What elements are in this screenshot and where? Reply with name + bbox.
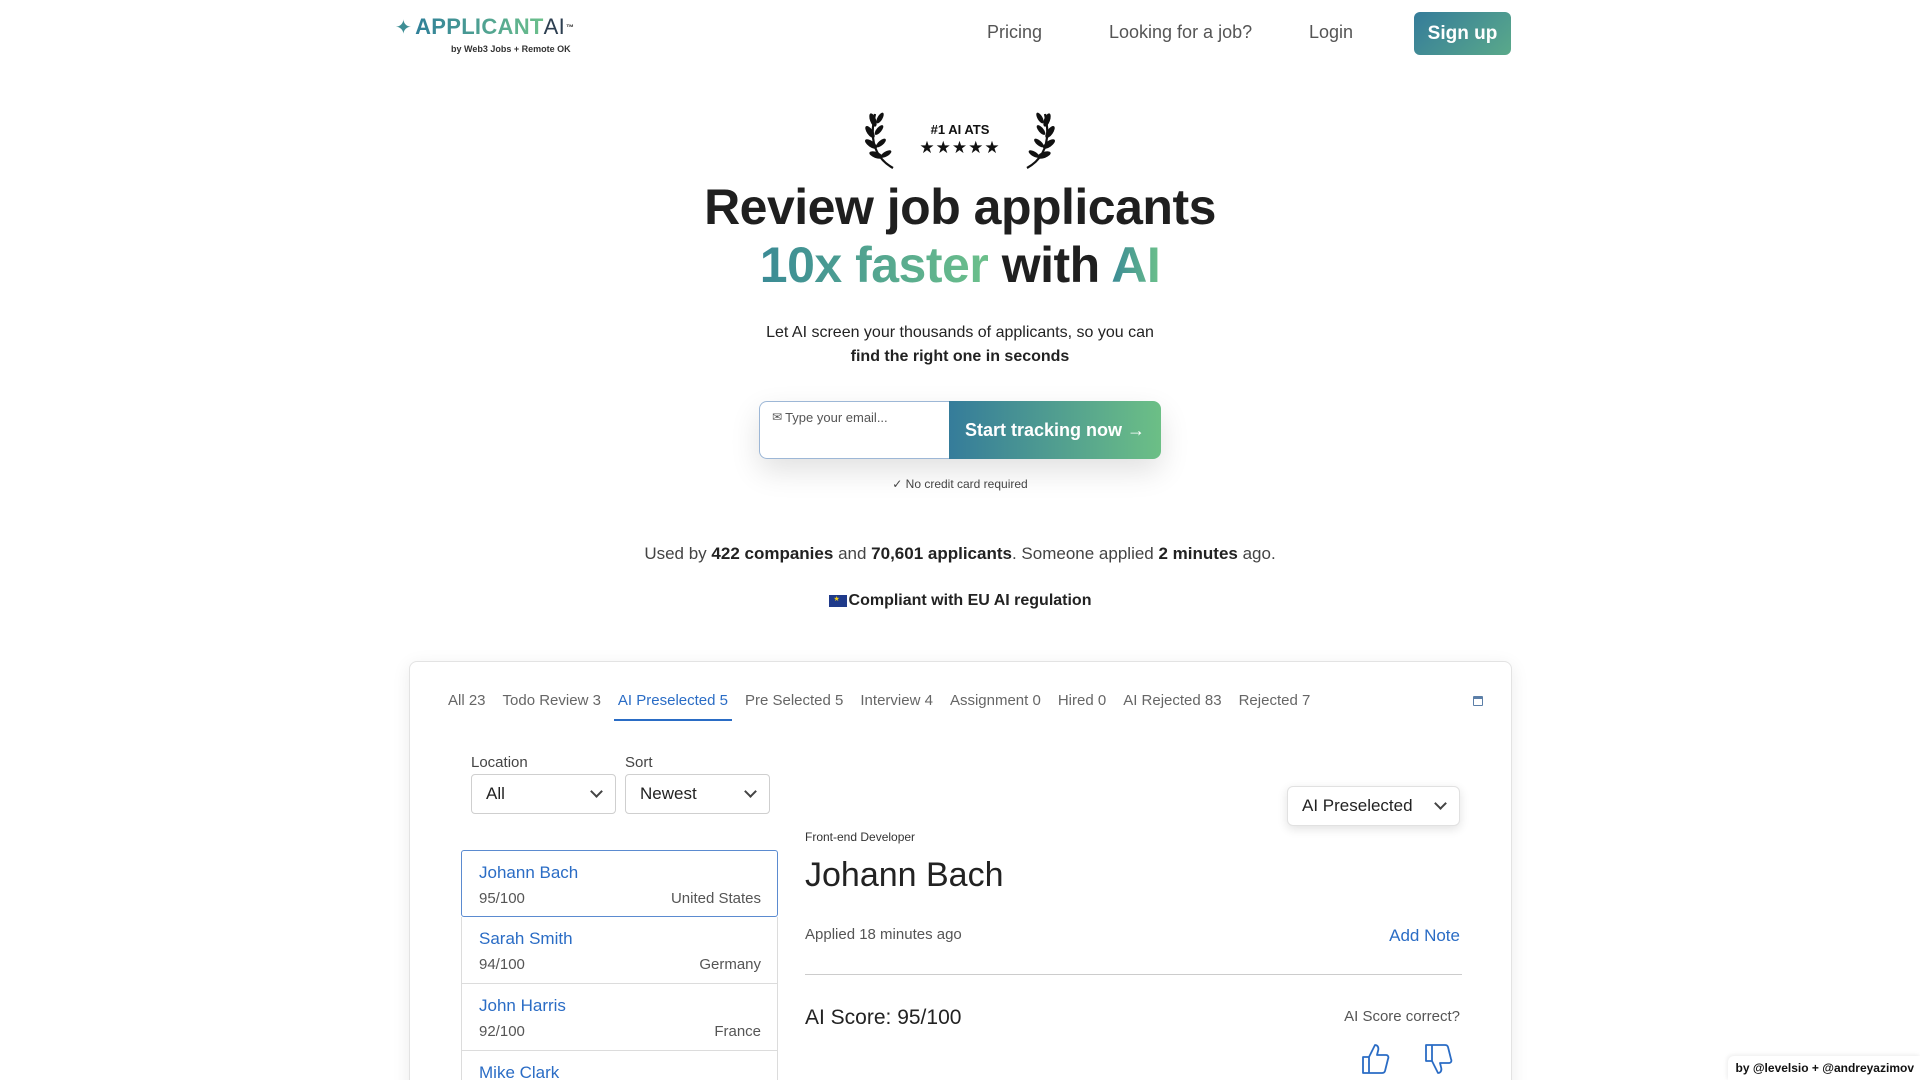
thumbs-down-icon[interactable] xyxy=(1423,1042,1453,1076)
tab-assignment[interactable]: Assignment 0 xyxy=(950,692,1041,721)
nav-login-link[interactable]: Login xyxy=(1309,22,1353,43)
applicant-score: 94/100 xyxy=(479,956,525,973)
list-item[interactable]: Johann Bach 95/100 United States xyxy=(461,850,778,917)
applied-time: Applied 18 minutes ago xyxy=(805,926,962,943)
applicant-name: John Harris xyxy=(479,996,566,1015)
headline-line1: Review job applicants xyxy=(704,179,1216,235)
logo[interactable]: ✦ APPLICANT AI ™ by Web3 Jobs + Remote OK xyxy=(395,14,574,58)
applicant-country: United States xyxy=(670,890,761,907)
logo-wordmark: APPLICANT xyxy=(415,14,544,39)
stats-applicants: 70,601 applicants xyxy=(871,544,1012,563)
headline-accent: 10x faster xyxy=(759,237,989,293)
sort-label: Sort xyxy=(625,754,653,771)
sort-select[interactable]: Newest xyxy=(625,774,770,814)
applicant-list: Johann Bach 95/100 United States Sarah S… xyxy=(461,850,778,1080)
chevron-down-icon xyxy=(1434,797,1447,810)
credit-badge[interactable]: by @levelsio + @andreyazimov xyxy=(1727,1056,1920,1080)
headline-ai: AI xyxy=(1111,237,1161,293)
eu-compliance-text: Compliant with EU AI regulation xyxy=(848,592,1092,609)
eu-flag-icon xyxy=(828,595,847,607)
list-item[interactable]: Mike Clark xyxy=(461,1051,778,1080)
status-tabs: All 23 Todo Review 3 AI Preselected 5 Pr… xyxy=(448,692,1310,721)
headline-with: with xyxy=(1001,237,1100,293)
candidate-name: Johann Bach xyxy=(805,856,1004,894)
location-select[interactable]: All xyxy=(471,774,616,814)
tab-rejected[interactable]: Rejected 7 xyxy=(1239,692,1311,721)
laurel-right-icon xyxy=(1026,112,1055,169)
ai-score: AI Score: 95/100 xyxy=(805,1006,962,1029)
tab-hired[interactable]: Hired 0 xyxy=(1058,692,1106,721)
logo-ai: AI xyxy=(543,14,566,39)
envelope-icon: ✉ xyxy=(772,410,783,424)
headline-line2: 10x faster with AI xyxy=(0,236,1920,294)
demo-panel: All 23 Todo Review 3 AI Preselected 5 Pr… xyxy=(409,661,1512,1080)
nav-jobs-link[interactable]: Looking for a job? xyxy=(1109,22,1252,43)
tab-todo-review[interactable]: Todo Review 3 xyxy=(503,692,601,721)
status-select[interactable]: AI Preselected xyxy=(1287,786,1460,826)
sort-value: Newest xyxy=(640,784,697,803)
eu-compliance: Compliant with EU AI regulation xyxy=(0,592,1920,610)
hero-subtitle: Let AI screen your thousands of applican… xyxy=(766,324,1154,341)
applicant-name: Sarah Smith xyxy=(479,929,573,948)
applicant-score: 92/100 xyxy=(479,1023,525,1040)
thumbs-up-icon[interactable] xyxy=(1360,1042,1390,1076)
usage-stats: Used by 422 companies and 70,601 applica… xyxy=(0,544,1920,564)
award-badge: #1 AI ATS ★★★★★ xyxy=(865,104,1055,174)
status-value: AI Preselected xyxy=(1302,796,1413,815)
signup-button[interactable]: Sign up xyxy=(1414,12,1511,55)
tab-interview[interactable]: Interview 4 xyxy=(860,692,933,721)
list-item[interactable]: John Harris 92/100 France xyxy=(461,984,778,1051)
hero-headline: Review job applicants 10x faster with AI xyxy=(0,178,1920,294)
no-credit-card-note: ✓ No credit card required xyxy=(892,477,1028,491)
tab-ai-rejected[interactable]: AI Rejected 83 xyxy=(1123,692,1221,721)
list-item[interactable]: Sarah Smith 94/100 Germany xyxy=(461,917,778,984)
location-label: Location xyxy=(471,754,528,771)
stats-and: and xyxy=(838,544,867,563)
tab-all[interactable]: All 23 xyxy=(448,692,486,721)
top-nav: ✦ APPLICANT AI ™ by Web3 Jobs + Remote OK … xyxy=(0,0,1920,68)
applicant-name: Johann Bach xyxy=(479,863,579,882)
sparkle-icon: ✦ xyxy=(395,16,413,39)
location-value: All xyxy=(486,784,505,803)
chevron-down-icon xyxy=(590,785,603,798)
logo-tm: ™ xyxy=(566,22,575,32)
stats-time: 2 minutes xyxy=(1158,544,1238,563)
signup-form: ✉ Type your email... Start tracking now … xyxy=(759,401,1161,459)
job-role: Front-end Developer xyxy=(805,830,916,844)
chevron-down-icon xyxy=(744,785,757,798)
email-placeholder: Type your email... xyxy=(785,410,888,425)
ai-score-feedback-label: AI Score correct? xyxy=(1344,1008,1460,1025)
divider xyxy=(805,974,1462,975)
applicant-country: Germany xyxy=(699,956,761,973)
stats-companies: 422 companies xyxy=(711,544,834,563)
tab-pre-selected[interactable]: Pre Selected 5 xyxy=(745,692,843,721)
tab-ai-preselected[interactable]: AI Preselected 5 xyxy=(613,692,732,721)
stats-pre: Used by xyxy=(644,544,707,563)
stats-mid: . Someone applied xyxy=(1011,544,1154,563)
applicant-score: 95/100 xyxy=(479,890,525,907)
hero-subtitle-bold: find the right one in seconds xyxy=(850,348,1070,365)
start-tracking-button[interactable]: Start tracking now → xyxy=(949,401,1161,459)
stats-post: ago. xyxy=(1242,544,1276,563)
add-note-link[interactable]: Add Note xyxy=(1389,926,1460,946)
applicant-country: France xyxy=(714,1023,761,1040)
calendar-icon[interactable] xyxy=(1473,696,1483,706)
logo-subtitle: by Web3 Jobs + Remote OK xyxy=(451,44,571,54)
nav-pricing-link[interactable]: Pricing xyxy=(987,22,1042,43)
email-input[interactable]: ✉ Type your email... xyxy=(759,401,949,459)
applicant-name: Mike Clark xyxy=(479,1063,560,1080)
